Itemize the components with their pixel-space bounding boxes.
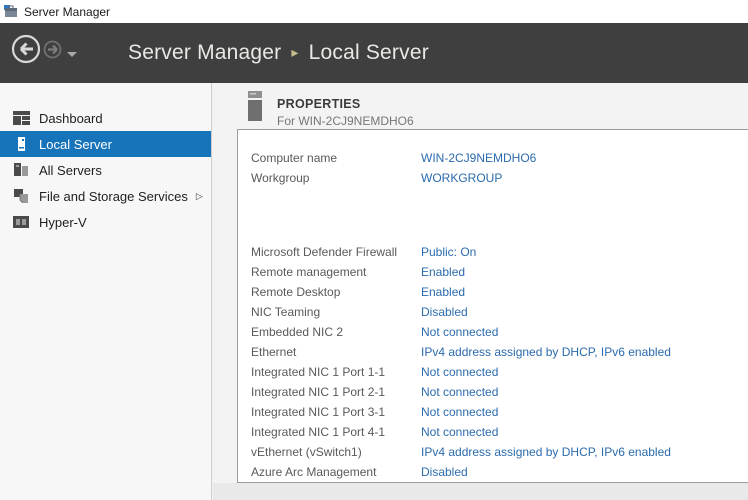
property-row: Remote management Enabled [251,262,748,282]
sidebar-item-local-server[interactable]: Local Server [0,131,211,157]
properties-panel: Computer name WIN-2CJ9NEMDHO6 Workgroup … [237,129,748,483]
breadcrumb: Server Manager ▸ Local Server [128,23,429,83]
server-manager-app-icon [4,5,18,18]
property-value-link[interactable]: IPv4 address assigned by DHCP, IPv6 enab… [421,445,671,459]
property-value-link[interactable]: IPv4 address assigned by DHCP, IPv6 enab… [421,345,671,359]
sidebar-item-label: File and Storage Services [39,189,188,204]
property-label: Azure Arc Management [251,465,421,479]
property-value-link[interactable]: Not connected [421,425,498,439]
file-storage-icon [13,189,30,203]
property-label: Embedded NIC 2 [251,325,421,339]
sidebar-item-all-servers[interactable]: All Servers [0,157,211,183]
property-row: Embedded NIC 2 Not connected [251,322,748,342]
property-value-link[interactable]: WIN-2CJ9NEMDHO6 [421,151,536,165]
property-value-link[interactable]: Not connected [421,405,498,419]
property-row: Integrated NIC 1 Port 1-1 Not connected [251,362,748,382]
sidebar-item-file-storage-services[interactable]: File and Storage Services ▷ [0,183,211,209]
server-tower-icon [247,89,263,121]
dashboard-icon [13,111,30,125]
property-value-link[interactable]: WORKGROUP [421,171,502,185]
property-label: Integrated NIC 1 Port 1-1 [251,365,421,379]
hyper-v-icon [13,215,30,229]
server-icon [13,137,30,151]
server-manager-window: Server Manager Server Manager ▸ Local Se… [0,0,748,500]
property-label: Integrated NIC 1 Port 4-1 [251,425,421,439]
back-button[interactable] [11,34,41,64]
property-value-link[interactable]: Not connected [421,365,498,379]
local-server-content: PROPERTIES For WIN-2CJ9NEMDHO6 Computer … [213,83,748,500]
property-label: Remote management [251,265,421,279]
window-title: Server Manager [24,5,110,19]
body-area: Dashboard Local Server All Servers [0,83,748,500]
property-value-link[interactable]: Enabled [421,265,465,279]
navigation-bar: Server Manager ▸ Local Server [0,23,748,83]
property-row: Integrated NIC 1 Port 4-1 Not connected [251,422,748,442]
property-label: vEthernet (vSwitch1) [251,445,421,459]
sidebar-item-label: All Servers [39,163,102,178]
property-label: NIC Teaming [251,305,421,319]
property-label: Integrated NIC 1 Port 3-1 [251,405,421,419]
sidebar-item-dashboard[interactable]: Dashboard [0,105,211,131]
content-lower-background [213,483,748,500]
breadcrumb-current[interactable]: Local Server [309,41,429,65]
breadcrumb-separator-icon: ▸ [291,44,298,61]
property-label: Computer name [251,151,421,165]
property-label: Integrated NIC 1 Port 2-1 [251,385,421,399]
properties-rows-gap [251,188,748,242]
forward-button[interactable] [43,40,62,59]
sidebar: Dashboard Local Server All Servers [0,83,212,500]
property-row: Remote Desktop Enabled [251,282,748,302]
sidebar-item-label: Hyper-V [39,215,87,230]
property-value-link[interactable]: Not connected [421,385,498,399]
property-value-link[interactable]: Disabled [421,305,468,319]
property-value-link[interactable]: Public: On [421,245,476,259]
properties-subtitle: For WIN-2CJ9NEMDHO6 [277,114,414,128]
property-row: Ethernet IPv4 address assigned by DHCP, … [251,342,748,362]
sidebar-item-hyper-v[interactable]: Hyper-V [0,209,211,235]
property-label: Workgroup [251,171,421,185]
property-row: Azure Arc Management Disabled [251,462,748,482]
title-bar: Server Manager [0,0,748,23]
property-row: Integrated NIC 1 Port 2-1 Not connected [251,382,748,402]
properties-tile-header: PROPERTIES For WIN-2CJ9NEMDHO6 [247,89,414,128]
property-label: Ethernet [251,345,421,359]
property-row: Integrated NIC 1 Port 3-1 Not connected [251,402,748,422]
servers-icon [13,163,30,177]
breadcrumb-root[interactable]: Server Manager [128,41,281,65]
property-value-link[interactable]: Not connected [421,325,498,339]
properties-title: PROPERTIES [277,89,414,111]
property-row: Workgroup WORKGROUP [251,168,748,188]
properties-rows-top: Computer name WIN-2CJ9NEMDHO6 Workgroup … [251,148,748,188]
property-row: Microsoft Defender Firewall Public: On [251,242,748,262]
sidebar-item-label: Dashboard [39,111,103,126]
sidebar-item-label: Local Server [39,137,112,152]
property-row: NIC Teaming Disabled [251,302,748,322]
expand-arrow-icon[interactable]: ▷ [196,191,203,202]
property-label: Microsoft Defender Firewall [251,245,421,259]
property-value-link[interactable]: Enabled [421,285,465,299]
property-value-link[interactable]: Disabled [421,465,468,479]
property-row: vEthernet (vSwitch1) IPv4 address assign… [251,442,748,462]
property-label: Remote Desktop [251,285,421,299]
navigation-dropdown-caret[interactable] [67,52,77,57]
property-row: Computer name WIN-2CJ9NEMDHO6 [251,148,748,168]
properties-rows-main: Microsoft Defender Firewall Public: On R… [251,242,748,482]
